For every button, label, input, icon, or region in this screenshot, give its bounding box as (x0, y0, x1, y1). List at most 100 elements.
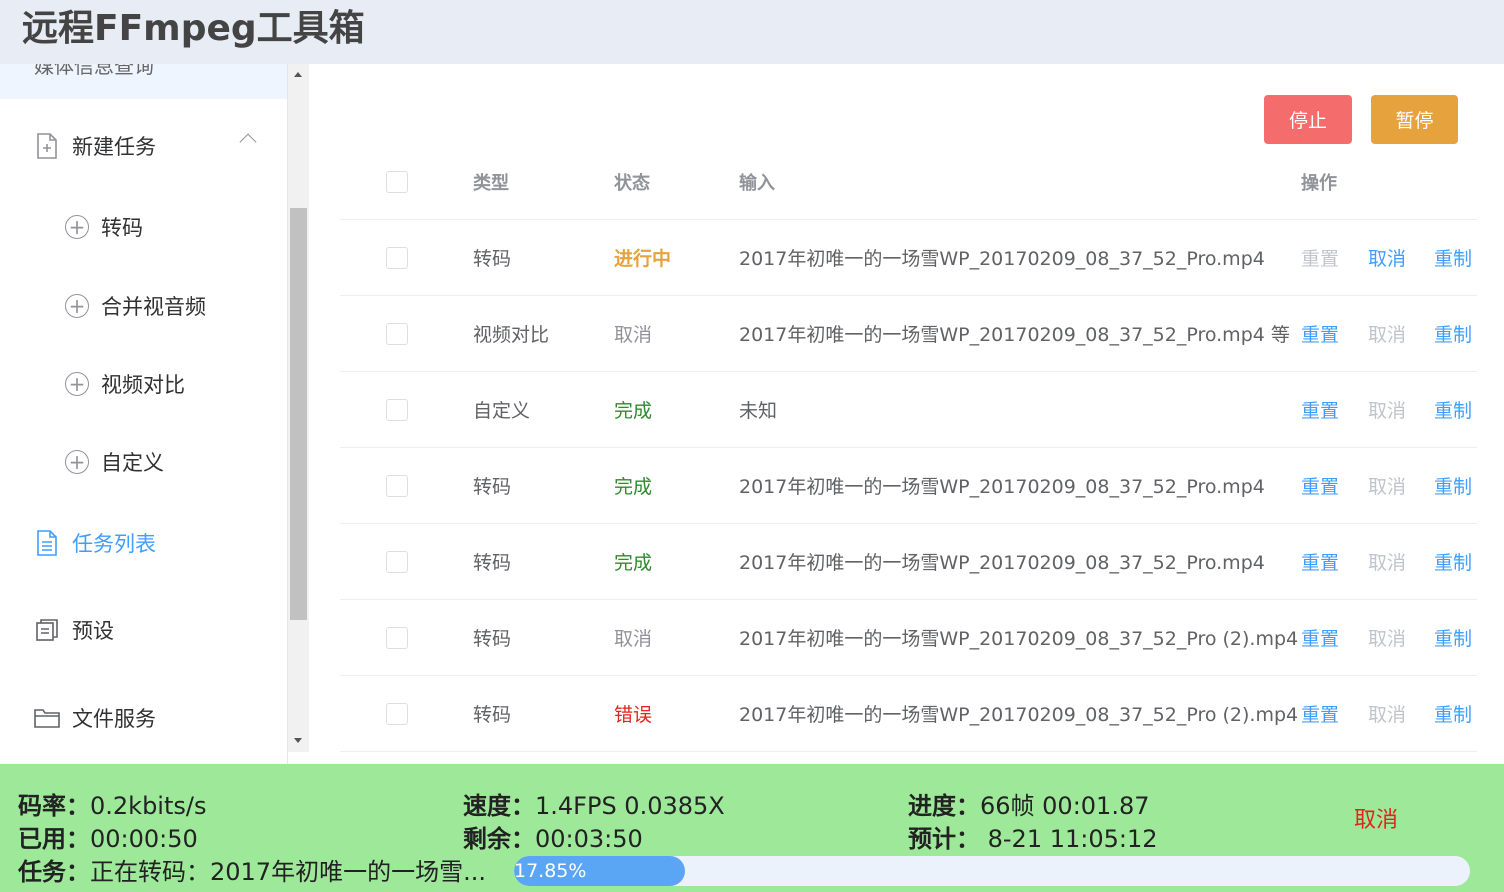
cell-status: 完成 (614, 476, 653, 498)
sidebar-item-label: 文件服务 (72, 707, 156, 731)
table-row: 转码 进行中 2017年初唯一的一场雪WP_20170209_08_37_52_Pr… (340, 220, 1477, 296)
cancel-button[interactable]: 取消 (1368, 372, 1406, 447)
row-select-cell (386, 448, 408, 523)
reset-button[interactable]: 重置 (1301, 524, 1339, 599)
row-checkbox[interactable] (386, 398, 408, 421)
header-input: 输入 (739, 172, 775, 194)
row-checkbox[interactable] (386, 474, 408, 497)
row-select-cell (386, 220, 408, 295)
sidebar-item-file-service[interactable]: 文件服务 (0, 688, 287, 748)
sidebar-item-presets[interactable]: 预设 (0, 600, 287, 660)
select-all-checkbox[interactable] (386, 170, 408, 193)
table-row: 转码 取消 2017年初唯一的一场雪WP_20170209_08_37_52_Pro… (340, 600, 1477, 676)
cell-status: 取消 (614, 324, 653, 346)
sidebar-item-label: 任务列表 (72, 532, 156, 556)
table-body: 转码 进行中 2017年初唯一的一场雪WP_20170209_08_37_52_Pr… (340, 220, 1477, 752)
sidebar-item-transcode[interactable]: + 转码 (0, 197, 287, 257)
task-table: 类型 状态 输入 操作 转码 进行中 2017年初唯一的一场雪WP_20170209… (340, 144, 1477, 752)
cell-type: 自定义 (473, 400, 531, 422)
cancel-current-button[interactable]: 取消 (1354, 802, 1398, 834)
eta-stat: 预计： 8-21 11:05:12 (908, 825, 1158, 853)
remaining-stat: 剩余：00:03:50 (463, 825, 643, 853)
sidebar-item-compare[interactable]: + 视频对比 (0, 354, 287, 414)
clone-button[interactable]: 重制 (1434, 220, 1472, 295)
progress-bar: 17.85% (514, 856, 1470, 886)
plus-circle-icon: + (65, 372, 89, 396)
row-checkbox[interactable] (386, 322, 408, 345)
reset-button[interactable]: 重置 (1301, 220, 1339, 295)
row-select-cell (386, 676, 408, 751)
reset-button[interactable]: 重置 (1301, 448, 1339, 523)
cancel-button[interactable]: 取消 (1368, 676, 1406, 751)
plus-circle-icon: + (65, 450, 89, 474)
plus-circle-icon: + (65, 215, 89, 239)
sidebar-item-label: 合并视音频 (101, 295, 206, 319)
elapsed-stat: 已用：00:00:50 (18, 825, 198, 853)
sidebar-item-merge[interactable]: + 合并视音频 (0, 276, 287, 336)
cancel-button[interactable]: 取消 (1368, 448, 1406, 523)
status-footer: 码率：0.2kbits/s 速度：1.4FPS 0.0385X 进度：66帧 0… (0, 764, 1504, 892)
row-select-cell (386, 600, 408, 675)
copy-document-icon (34, 617, 60, 643)
cell-input: 未知 (739, 400, 778, 422)
sidebar-item-label: 自定义 (101, 451, 164, 475)
sidebar-item-media-info[interactable]: 媒体信息查询 (0, 64, 287, 99)
clone-button[interactable]: 重制 (1434, 676, 1472, 751)
cancel-button[interactable]: 取消 (1368, 524, 1406, 599)
row-select-cell (386, 372, 408, 447)
header-actions: 操作 (1301, 172, 1337, 194)
scroll-down-arrow-icon[interactable] (294, 738, 302, 743)
row-checkbox[interactable] (386, 702, 408, 725)
cell-type: 视频对比 (473, 324, 550, 346)
table-row: 自定义 完成 未知 重置 取消 重制 (340, 372, 1477, 448)
stop-button[interactable]: 停止 (1264, 95, 1352, 144)
app-header: 远程FFmpeg工具箱 (0, 0, 1504, 64)
row-checkbox[interactable] (386, 246, 408, 269)
sidebar-scrollbar[interactable] (288, 64, 309, 752)
progress-stat: 进度：66帧 00:01.87 (908, 792, 1150, 820)
bitrate-stat: 码率：0.2kbits/s (18, 792, 207, 820)
app-title: 远程FFmpeg工具箱 (22, 8, 365, 49)
cancel-button[interactable]: 取消 (1368, 296, 1406, 371)
clone-button[interactable]: 重制 (1434, 524, 1472, 599)
reset-button[interactable]: 重置 (1301, 600, 1339, 675)
cell-type: 转码 (473, 552, 512, 574)
progress-bar-fill: 17.85% (514, 856, 685, 886)
clone-button[interactable]: 重制 (1434, 372, 1472, 447)
row-checkbox[interactable] (386, 550, 408, 573)
speed-stat: 速度：1.4FPS 0.0385X (463, 792, 725, 820)
table-row: 视频对比 取消 2017年初唯一的一场雪WP_20170209_08_37_52_P… (340, 296, 1477, 372)
row-select-cell (386, 296, 408, 371)
folder-icon (34, 705, 60, 731)
cell-type: 转码 (473, 704, 512, 726)
cancel-button[interactable]: 取消 (1368, 600, 1406, 675)
clone-button[interactable]: 重制 (1434, 296, 1472, 371)
cell-input: 2017年初唯一的一场雪WP_20170209_08_37_52_Pro (2)… (739, 704, 1299, 726)
sidebar-item-new-task[interactable]: 新建任务 (0, 116, 287, 176)
scroll-up-arrow-icon[interactable] (294, 72, 302, 77)
cancel-button[interactable]: 取消 (1368, 220, 1406, 295)
cell-input: 2017年初唯一的一场雪WP_20170209_08_37_52_Pro.mp4 (739, 248, 1265, 270)
select-all-cell (386, 144, 408, 219)
progress-percent: 17.85% (514, 860, 587, 882)
cell-status: 完成 (614, 400, 653, 422)
cell-status: 进行中 (614, 248, 672, 270)
row-checkbox[interactable] (386, 626, 408, 649)
cell-status: 完成 (614, 552, 653, 574)
sidebar-item-label: 预设 (72, 619, 114, 643)
table-row: 转码 错误 2017年初唯一的一场雪WP_20170209_08_37_52_Pro… (340, 676, 1477, 752)
plus-circle-icon: + (65, 294, 89, 318)
scrollbar-thumb[interactable] (290, 208, 307, 620)
sidebar-item-task-list[interactable]: 任务列表 (0, 513, 287, 573)
reset-button[interactable]: 重置 (1301, 372, 1339, 447)
cell-input: 2017年初唯一的一场雪WP_20170209_08_37_52_Pro.mp4… (739, 324, 1290, 346)
reset-button[interactable]: 重置 (1301, 296, 1339, 371)
clone-button[interactable]: 重制 (1434, 448, 1472, 523)
table-row: 转码 完成 2017年初唯一的一场雪WP_20170209_08_37_52_Pro… (340, 448, 1477, 524)
pause-button[interactable]: 暂停 (1371, 95, 1458, 144)
sidebar-item-custom[interactable]: + 自定义 (0, 432, 287, 492)
reset-button[interactable]: 重置 (1301, 676, 1339, 751)
clone-button[interactable]: 重制 (1434, 600, 1472, 675)
sidebar-item-label: 新建任务 (72, 135, 156, 159)
cell-input: 2017年初唯一的一场雪WP_20170209_08_37_52_Pro.mp4 (739, 552, 1265, 574)
